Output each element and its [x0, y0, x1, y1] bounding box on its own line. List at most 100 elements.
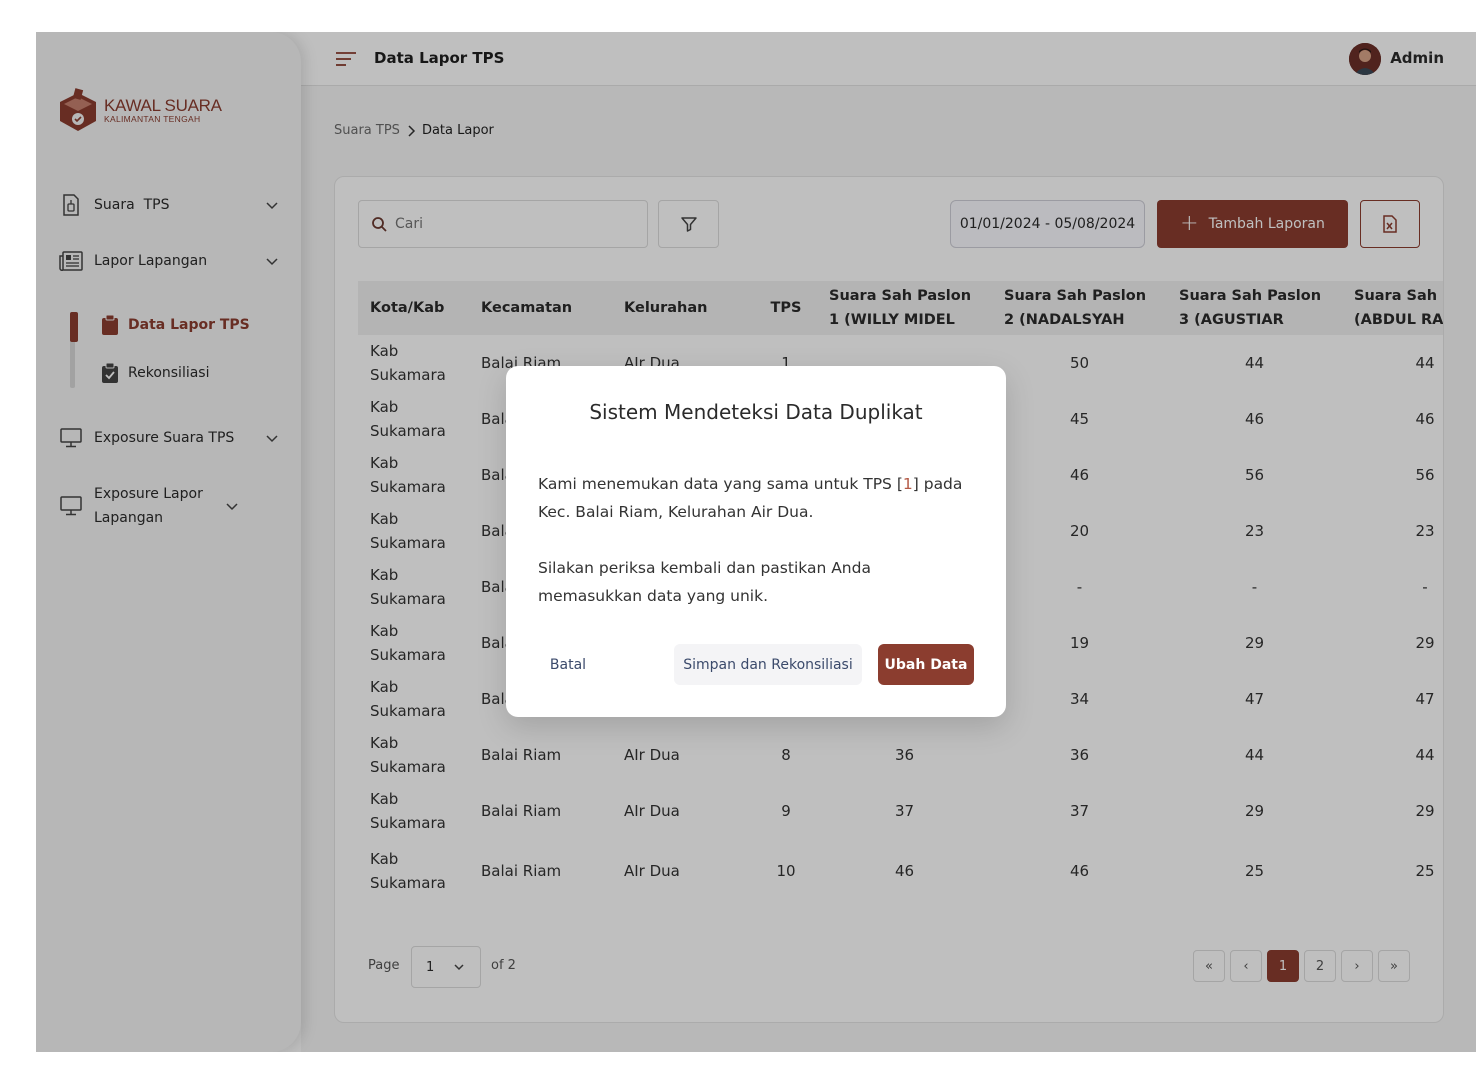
newspaper-icon	[58, 248, 84, 274]
table-cell-p2: -	[1076, 578, 1083, 596]
column-header[interactable]: Suara Sah P (ABDUL RA...	[1342, 281, 1444, 335]
page-button-2[interactable]: 2	[1304, 950, 1336, 982]
table-cell-p3: 44	[1244, 354, 1265, 372]
column-header[interactable]: Suara Sah Paslon 1 (WILLY MIDEL YOS...	[817, 281, 992, 335]
column-header[interactable]: Kota/Kab	[358, 281, 469, 335]
monitor-icon	[58, 425, 84, 451]
table-cell-p4: 29	[1415, 802, 1435, 820]
cancel-button[interactable]: Batal	[538, 644, 598, 685]
table-cell-p3: 56	[1244, 466, 1265, 484]
table-cell-kota: Kab Sukamara	[370, 850, 446, 892]
table-cell-p4: 47	[1415, 690, 1435, 708]
column-header[interactable]: Kelurahan	[612, 281, 755, 335]
dialog-message: Kami menemukan data yang sama untuk TPS …	[538, 470, 978, 526]
table-cell-kota: Kab Sukamara	[370, 622, 446, 664]
table-cell-p2: 36	[1069, 746, 1090, 764]
table-cell-p2: 34	[1069, 690, 1090, 708]
page-label: Page	[368, 958, 400, 973]
date-range-picker[interactable]: 01/01/2024 - 05/08/2024	[950, 200, 1145, 248]
sidebar-item-lapor-lapangan[interactable]: Lapor Lapangan	[58, 248, 280, 274]
table-row[interactable]: Kab Sukamara Balai Riam AIr Dua 10 46 46 25 25	[358, 839, 1443, 901]
table-cell-tps: 10	[776, 862, 796, 880]
logo-title: KAWAL SUARA	[104, 95, 222, 115]
table-cell-p3: 44	[1244, 746, 1265, 764]
user-name[interactable]: Admin	[1390, 49, 1444, 67]
table-header-row: Kota/Kab Kecamatan Kelurahan TPS Suara S…	[358, 281, 1444, 335]
table-cell-kel: AIr Dua	[624, 862, 680, 880]
save-and-reconcile-button[interactable]: Simpan dan Rekonsiliasi	[674, 644, 862, 685]
breadcrumb-current: Data Lapor	[421, 123, 494, 138]
table-cell-kec: Balai Riam	[481, 862, 562, 880]
dialog-title: Sistem Mendeteksi Data Duplikat	[589, 400, 923, 424]
pagination: Page 1 of 2 « ‹ 1 2 › »	[335, 944, 1443, 988]
table-cell-p4: -	[1422, 578, 1428, 596]
table-cell-p3: 23	[1244, 522, 1265, 540]
sidebar-subitem-label: Data Lapor TPS	[128, 317, 250, 333]
logo[interactable]: KAWAL SUARA KALIMANTAN TENGAH	[58, 87, 222, 133]
table-cell-p3: 47	[1244, 690, 1265, 708]
column-header[interactable]: Suara Sah Paslon 2 (NADALSYAH KOYE...	[992, 281, 1167, 335]
menu-icon[interactable]	[335, 51, 357, 67]
dialog-body: Kami menemukan data yang sama untuk TPS …	[538, 470, 978, 610]
search-box[interactable]	[358, 200, 648, 248]
column-header[interactable]: Suara Sah Paslon 3 (AGUSTIAR SABRA...	[1167, 281, 1342, 335]
table-cell-kec: Balai Riam	[481, 802, 562, 820]
column-header[interactable]: TPS	[755, 281, 817, 335]
page-select[interactable]: 1	[411, 946, 481, 988]
table-cell-p2: 37	[1069, 802, 1090, 820]
last-page-button[interactable]: »	[1378, 950, 1410, 982]
table-cell-p1: 37	[894, 802, 915, 820]
table-row[interactable]: Kab Sukamara Balai Riam AIr Dua 9 37 37 29 29	[358, 783, 1443, 839]
table-cell-p4: 56	[1415, 466, 1435, 484]
sidebar: KAWAL SUARA KALIMANTAN TENGAH Suara TPS …	[36, 32, 301, 1052]
column-header-text: Suara Sah P (ABDUL RA...	[1354, 288, 1444, 328]
sidebar-item-exposure-suara-tps[interactable]: Exposure Suara TPS	[58, 425, 280, 451]
table-cell-p3: 29	[1244, 802, 1265, 820]
dialog-tps-number: 1	[902, 475, 913, 493]
breadcrumb: Suara TPS Data Lapor	[334, 123, 494, 138]
table-cell-p3: -	[1251, 578, 1258, 596]
table-cell-kota: Kab Sukamara	[370, 342, 446, 384]
first-page-button[interactable]: «	[1193, 950, 1225, 982]
table-cell-p3: 46	[1244, 410, 1265, 428]
avatar[interactable]	[1349, 43, 1381, 75]
export-excel-button[interactable]	[1360, 200, 1420, 248]
table-cell-kota: Kab Sukamara	[370, 510, 446, 552]
sidebar-item-exposure-lapor-lapangan[interactable]: Exposure Lapor Lapangan	[58, 482, 280, 530]
table-cell-kota: Kab Sukamara	[370, 398, 446, 440]
table-cell-p4: 46	[1415, 410, 1435, 428]
table-cell-kota: Kab Sukamara	[370, 454, 446, 496]
table-cell-tps: 9	[781, 802, 791, 820]
prev-page-button[interactable]: ‹	[1230, 950, 1262, 982]
column-header[interactable]: Kecamatan	[469, 281, 612, 335]
table-cell-kota: Kab Sukamara	[370, 566, 446, 608]
sidebar-subitem-rekonsiliasi[interactable]: Rekonsiliasi	[100, 362, 209, 384]
table-cell-p4: 25	[1415, 862, 1435, 880]
table-cell-p4: 44	[1415, 354, 1435, 372]
table-cell-kel: AIr Dua	[624, 802, 680, 820]
sidebar-item-label: Suara TPS	[94, 197, 170, 213]
chevron-right-icon	[408, 124, 415, 137]
table-cell-p4: 44	[1415, 746, 1435, 764]
document-icon	[58, 192, 84, 218]
edit-data-button[interactable]: Ubah Data	[878, 644, 974, 685]
dialog-message-start: Kami menemukan data yang sama untuk TPS …	[538, 475, 903, 493]
search-input[interactable]	[395, 216, 635, 232]
table-cell-kota: Kab Sukamara	[370, 734, 446, 776]
next-page-button[interactable]: ›	[1341, 950, 1373, 982]
page-button-1[interactable]: 1	[1267, 950, 1299, 982]
sidebar-subitem-data-lapor-tps[interactable]: Data Lapor TPS	[100, 314, 250, 336]
search-icon	[372, 217, 387, 232]
breadcrumb-parent[interactable]: Suara TPS	[334, 123, 400, 138]
sidebar-item-suara-tps[interactable]: Suara TPS	[58, 192, 280, 218]
table-row[interactable]: Kab Sukamara Balai Riam AIr Dua 8 36 36 44 44	[358, 727, 1443, 783]
filter-button[interactable]	[658, 200, 719, 248]
dialog-instruction: Silakan periksa kembali dan pastikan And…	[538, 559, 871, 605]
monitor-icon	[58, 493, 84, 519]
table-cell-p2: 46	[1069, 862, 1090, 880]
table-cell-p2: 19	[1069, 634, 1090, 652]
table-cell-kota: Kab Sukamara	[370, 678, 446, 720]
excel-file-icon	[1383, 215, 1397, 233]
clipboard-icon	[100, 314, 120, 336]
add-report-button[interactable]: + Tambah Laporan	[1157, 200, 1348, 248]
